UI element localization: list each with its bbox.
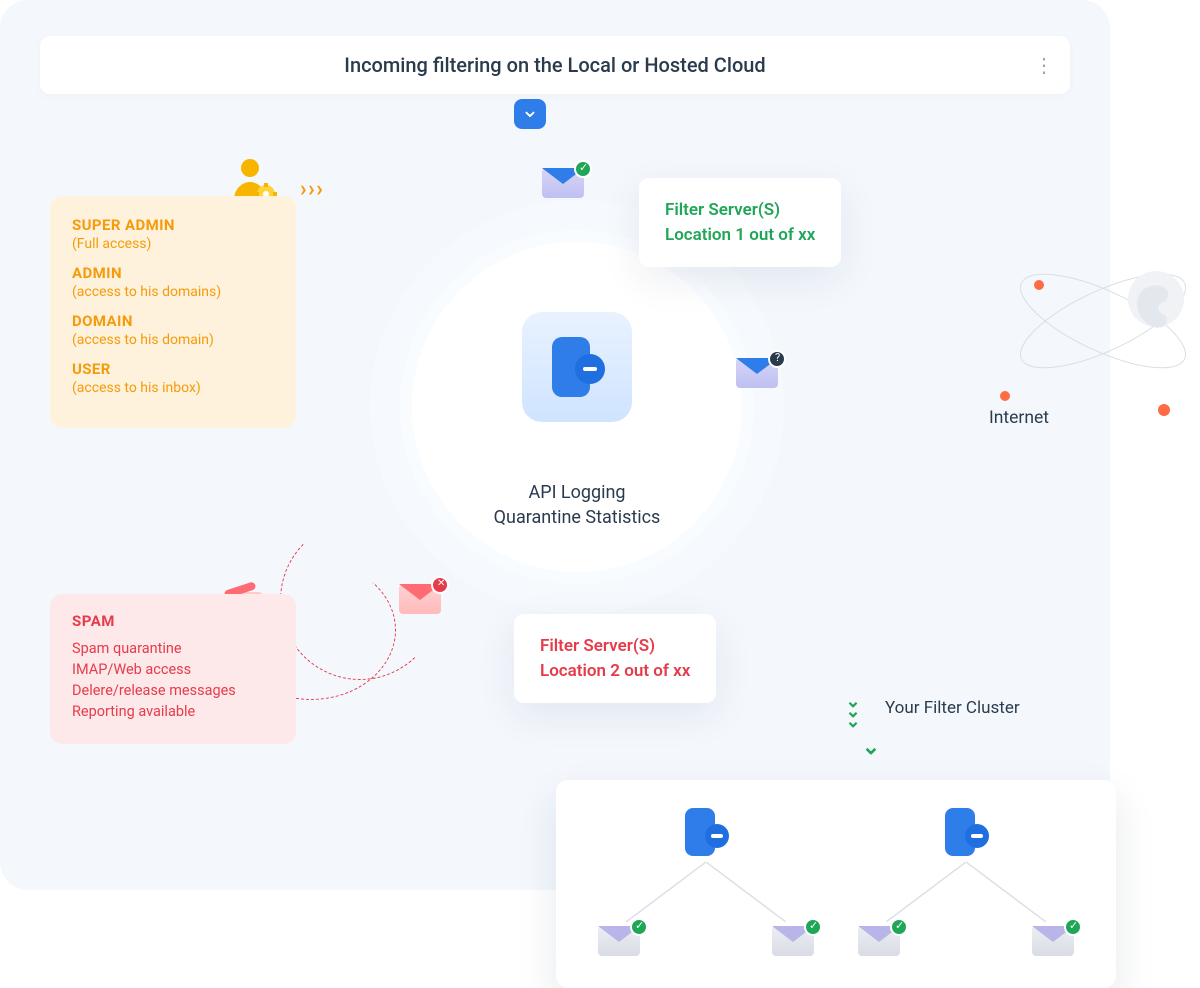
chevrons-right-icon: › › ›	[300, 177, 321, 202]
spam-item-1: Spam quarantine	[72, 640, 274, 657]
filter-server-1-line2: Location 1 out of xx	[665, 223, 815, 248]
kebab-menu-icon[interactable]: ⋮	[1034, 63, 1052, 67]
role-domain-title: DOMAIN	[72, 312, 274, 330]
role-user-sub: (access to his inbox)	[72, 380, 274, 396]
diagram-canvas: Incoming filtering on the Local or Hoste…	[0, 0, 1110, 890]
spam-item-3: Delere/release messages	[72, 682, 274, 699]
unknown-mail-icon	[736, 358, 778, 388]
filter-server-2-line2: Location 2 out of xx	[540, 659, 690, 684]
delivered-mail-icon	[1032, 926, 1074, 956]
cluster-phone-icon	[941, 806, 991, 866]
role-user-title: USER	[72, 360, 274, 378]
spam-title: SPAM	[72, 612, 274, 630]
chevrons-down-icon: ⌄⌄⌄	[833, 697, 873, 727]
api-label: API Logging Quarantine Statistics	[412, 480, 742, 530]
api-label-line2: Quarantine Statistics	[412, 505, 742, 530]
cluster-node-2	[846, 806, 1086, 956]
branch-lines-icon	[596, 862, 816, 922]
delivered-mail-icon	[598, 926, 640, 956]
section-title: Incoming filtering on the Local or Hoste…	[344, 53, 765, 77]
filter-cluster-label: Your Filter Cluster	[885, 698, 1020, 718]
role-super-admin-sub: (Full access)	[72, 236, 274, 252]
role-admin-sub: (access to his domains)	[72, 284, 274, 300]
passed-mail-icon	[542, 168, 584, 198]
section-header: Incoming filtering on the Local or Hoste…	[40, 36, 1070, 94]
globe-icon	[1008, 226, 1198, 416]
filter-server-2-card: Filter Server(S) Location 2 out of xx	[514, 614, 716, 703]
cluster-node-1	[586, 806, 826, 956]
spam-item-2: IMAP/Web access	[72, 661, 274, 678]
filter-cluster-card	[556, 780, 1116, 988]
api-label-line1: API Logging	[412, 480, 742, 505]
role-domain-sub: (access to his domain)	[72, 332, 274, 348]
branch-lines-icon	[856, 862, 1076, 922]
role-admin-title: ADMIN	[72, 264, 274, 282]
spam-panel: SPAM Spam quarantine IMAP/Web access Del…	[50, 594, 296, 744]
filter-server-2-line1: Filter Server(S)	[540, 634, 690, 659]
filter-server-1-card: Filter Server(S) Location 1 out of xx	[639, 178, 841, 267]
blocked-mail-icon	[399, 584, 441, 614]
role-super-admin-title: SUPER ADMIN	[72, 216, 274, 234]
chevron-down-icon: ⌄	[851, 743, 891, 753]
expand-down-button[interactable]	[514, 99, 546, 129]
filter-server-1-line1: Filter Server(S)	[665, 198, 815, 223]
delivered-mail-icon	[772, 926, 814, 956]
delivered-mail-icon	[858, 926, 900, 956]
api-node: API Logging Quarantine Statistics	[412, 242, 742, 572]
cluster-phone-icon	[681, 806, 731, 866]
roles-panel: SUPER ADMIN (Full access) ADMIN (access …	[50, 196, 296, 428]
api-app-icon	[522, 312, 632, 422]
spam-item-4: Reporting available	[72, 703, 274, 720]
